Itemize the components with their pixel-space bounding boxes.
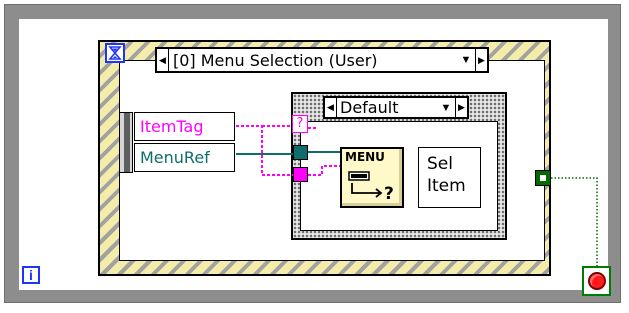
event-selector[interactable]: ◀ [0] Menu Selection (User) ▼ ▶ [155, 47, 489, 73]
previous-event-button[interactable]: ◀ [157, 49, 169, 71]
chevron-down-icon[interactable]: ▼ [437, 98, 455, 117]
menu-subvi-label: MENU [345, 150, 385, 164]
previous-case-button[interactable]: ◀ [325, 98, 337, 117]
case-selector-terminal[interactable]: ? [292, 115, 308, 133]
item-tag-terminal[interactable]: ItemTag [134, 112, 235, 141]
sel-item-indicator[interactable]: Sel Item [418, 147, 481, 208]
get-selected-menu-item-subvi[interactable]: MENU ? [340, 147, 404, 208]
loop-output-tunnel[interactable] [535, 170, 551, 186]
case-selector[interactable]: ◀ Default ▼ ▶ [323, 96, 469, 119]
next-event-button[interactable]: ▶ [475, 49, 487, 71]
next-case-button[interactable]: ▶ [455, 98, 467, 117]
menu-ref-terminal[interactable]: MenuRef [134, 143, 235, 172]
sel-item-label-line2: Item [427, 176, 466, 196]
loop-condition-terminal[interactable] [582, 266, 611, 296]
stop-button-icon [587, 272, 606, 290]
svg-text:?: ? [384, 184, 394, 204]
menu-ref-tunnel[interactable] [293, 145, 308, 160]
case-selector-label: Default [340, 98, 399, 117]
sel-item-label-line1: Sel [427, 154, 453, 174]
iteration-terminal[interactable]: i [22, 266, 40, 284]
event-selector-label: [0] Menu Selection (User) [173, 50, 378, 70]
event-data-node-handle[interactable] [119, 112, 133, 173]
hourglass-icon[interactable] [105, 43, 125, 63]
menu-item-icon: ? [348, 171, 394, 204]
item-tag-tunnel[interactable] [293, 167, 308, 182]
event-data-node[interactable]: ItemTag MenuRef [119, 112, 236, 173]
chevron-down-icon[interactable]: ▼ [457, 49, 475, 71]
